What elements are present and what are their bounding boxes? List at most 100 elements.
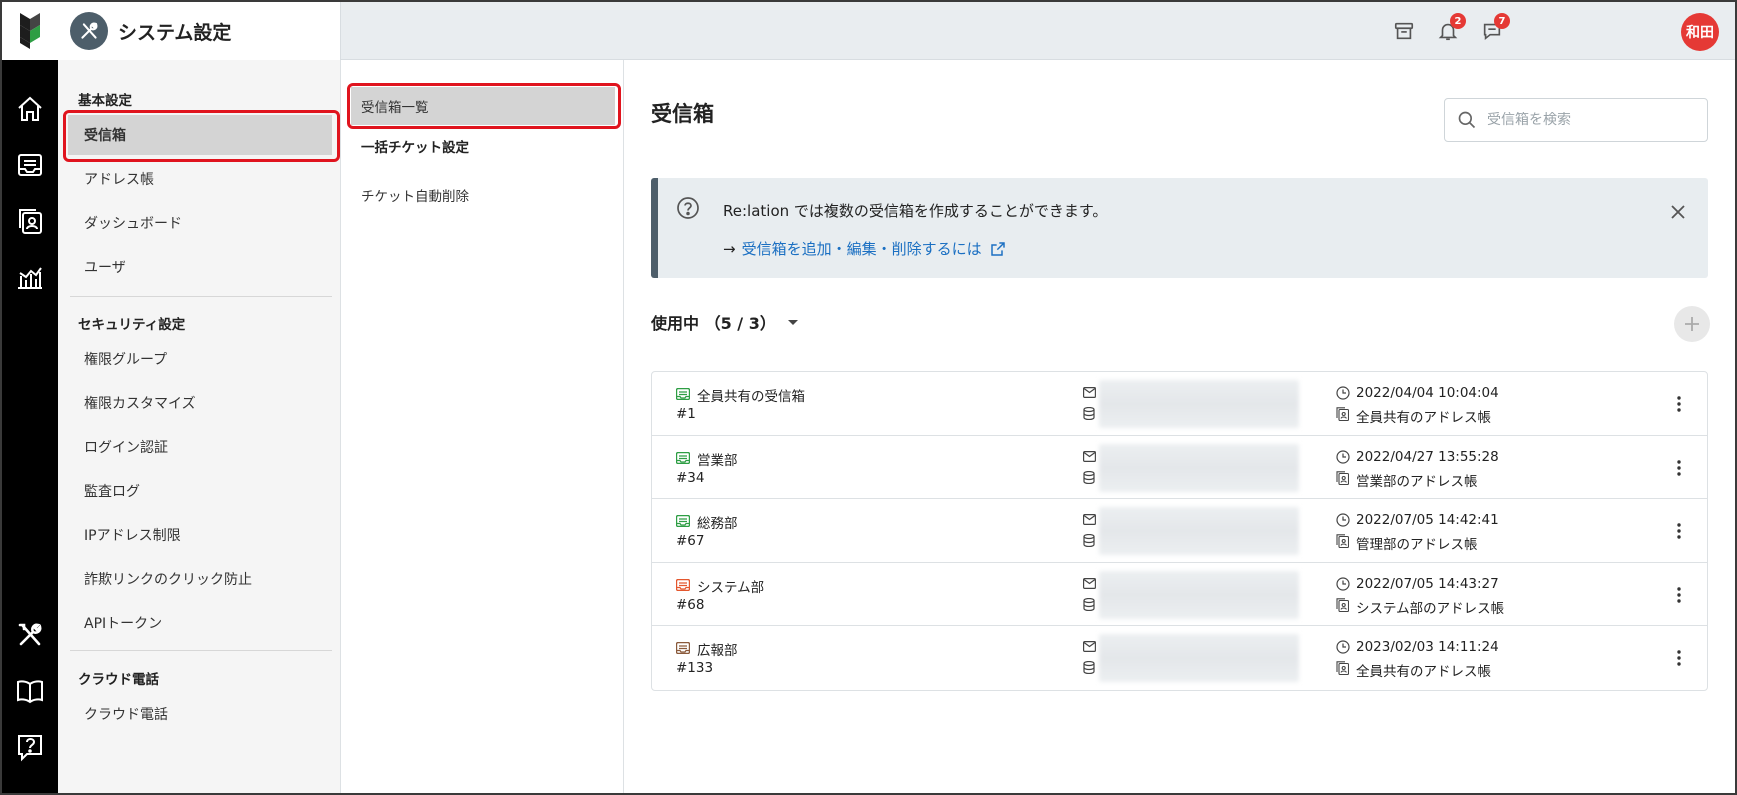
redacted-email (1099, 443, 1299, 492)
sidebar-item-permission-customize[interactable]: 権限カスタマイズ (68, 383, 332, 423)
add-inbox-button[interactable] (1674, 306, 1710, 342)
main-content: 受信箱 Re:lation では複数の受信箱を作成することができます。 → 受信… (624, 60, 1735, 793)
inbox-created-date: 2022/04/04 10:04:04 (1356, 385, 1499, 401)
close-icon[interactable] (1666, 200, 1690, 224)
inbox-created-date: 2022/07/05 14:43:27 (1356, 575, 1499, 592)
database-icon (1083, 470, 1095, 484)
sidebar-item-dashboard[interactable]: ダッシュボード (68, 203, 332, 243)
inbox-addressbook: 管理部のアドレス帳 (1356, 537, 1478, 553)
inbox-name: システム部 (697, 579, 765, 596)
kebab-menu-icon[interactable] (1669, 392, 1689, 416)
home-icon[interactable] (2, 88, 58, 130)
inbox-created-date: 2022/04/27 13:55:28 (1356, 448, 1499, 465)
bell-icon[interactable]: 2 (1432, 13, 1466, 47)
inbox-name: 営業部 (697, 452, 738, 469)
inbox-name: 総務部 (697, 516, 738, 532)
inbox-name: 全員共有の受信箱 (697, 389, 805, 405)
addressbook-icon (1336, 534, 1349, 548)
sidebar-item-audit-log[interactable]: 監査ログ (68, 471, 332, 511)
sidebar-item-cloud-phone[interactable]: クラウド電話 (68, 694, 332, 734)
search-input[interactable] (1487, 112, 1687, 128)
message-badge: 7 (1494, 13, 1510, 29)
database-icon (1083, 597, 1095, 611)
manual-book-icon[interactable] (2, 670, 58, 712)
table-row[interactable]: システム部 #68 2022/07/05 14:43:27 システム部のアドレス帳 (652, 563, 1707, 626)
archive-icon[interactable] (1388, 15, 1420, 47)
kebab-menu-icon[interactable] (1669, 646, 1689, 670)
settings-sidebar: 基本設定 受信箱 アドレス帳 ダッシュボード ユーザ セキュリティ設定 権限グル… (58, 60, 341, 793)
sidebar-item-inbox[interactable]: 受信箱 (68, 115, 332, 155)
search-box (1444, 98, 1708, 142)
database-icon (1083, 661, 1095, 674)
addressbook-icon (1336, 661, 1349, 675)
clock-icon (1336, 386, 1350, 400)
table-row[interactable]: 全員共有の受信箱 #1 2022/04/04 10:04:04 全員共有のアドレス帳 (652, 372, 1707, 436)
settings-tools-icon[interactable] (2, 614, 58, 656)
inbox-icon[interactable] (2, 144, 58, 186)
clock-icon (1336, 513, 1350, 527)
mail-icon (1083, 387, 1096, 398)
sidebar-divider (70, 650, 332, 651)
kebab-menu-icon[interactable] (1669, 519, 1689, 543)
inbox-addressbook: 営業部のアドレス帳 (1356, 473, 1478, 490)
sidebar-item-login-auth[interactable]: ログイン認証 (68, 427, 332, 467)
help-link[interactable]: 受信箱を追加・編集・削除するには (742, 238, 982, 259)
kebab-menu-icon[interactable] (1669, 583, 1689, 607)
notification-badge: 2 (1450, 13, 1466, 29)
logo-icon[interactable] (2, 2, 58, 60)
table-row[interactable]: 総務部 #67 2022/07/05 14:42:41 管理部のアドレス帳 (652, 499, 1707, 563)
addressbook-icon[interactable] (2, 200, 58, 242)
inbox-id: #68 (676, 596, 705, 613)
chat-icon[interactable]: 7 (1476, 13, 1510, 47)
sidebar-divider (70, 296, 332, 297)
mail-icon (1083, 514, 1096, 525)
table-row[interactable]: 広報部 #133 2023/02/03 14:11:24 全員共有のアドレス帳 (652, 626, 1707, 690)
sidebar-group-basic: 基本設定 (78, 93, 132, 109)
sidebar-group-security: セキュリティ設定 (78, 317, 186, 333)
clock-icon (1336, 640, 1350, 654)
table-row[interactable]: 営業部 #34 2022/04/27 13:55:28 営業部のアドレス帳 (652, 436, 1707, 499)
avatar[interactable]: 和田 (1681, 13, 1719, 51)
inbox-settings-subpanel: 受信箱一覧 一括チケット設定 チケット自動削除 (341, 60, 624, 793)
dashboard-icon[interactable] (2, 256, 58, 298)
subpanel-item-ticket-auto-delete[interactable]: チケット自動削除 (351, 176, 615, 214)
sidebar-item-ip-restriction[interactable]: IPアドレス制限 (68, 515, 332, 555)
plus-icon (1685, 317, 1699, 331)
database-icon (1083, 534, 1095, 547)
kebab-menu-icon[interactable] (1669, 456, 1689, 480)
content-title: 受信箱 (651, 102, 714, 126)
mail-icon (1083, 450, 1096, 462)
sidebar-item-addressbook[interactable]: アドレス帳 (68, 159, 332, 199)
inbox-id: #67 (676, 533, 705, 549)
sidebar-group-cloud-phone: クラウド電話 (78, 672, 159, 688)
inbox-icon (676, 388, 690, 400)
redacted-email (1099, 570, 1299, 619)
header-title-area: システム設定 (58, 2, 341, 60)
section-label: 使用中 （5 / 3） (651, 314, 776, 333)
external-link-icon[interactable] (990, 241, 1006, 257)
sidebar-item-api-token[interactable]: APIトークン (68, 603, 332, 643)
inbox-id: #1 (676, 406, 696, 422)
question-circle-icon (677, 197, 699, 219)
top-header: システム設定 2 7 和田 (58, 2, 1735, 60)
addressbook-icon (1336, 407, 1349, 421)
section-header-active: 使用中 （5 / 3） (651, 310, 800, 334)
addressbook-icon (1336, 597, 1349, 612)
chevron-down-icon[interactable] (786, 315, 800, 329)
inbox-created-date: 2022/07/05 14:42:41 (1356, 512, 1499, 528)
info-link-row: → 受信箱を追加・編集・削除するには (723, 238, 1006, 259)
sidebar-item-permission-groups[interactable]: 権限グループ (68, 339, 332, 379)
subpanel-item-inbox-list[interactable]: 受信箱一覧 (351, 87, 615, 125)
inbox-icon (676, 578, 690, 591)
redacted-email (1099, 380, 1299, 428)
page-title: システム設定 (118, 21, 232, 44)
sidebar-item-users[interactable]: ユーザ (68, 247, 332, 287)
inbox-name: 広報部 (697, 643, 738, 659)
info-text: Re:lation では複数の受信箱を作成することができます。 (723, 202, 1108, 220)
help-icon[interactable] (2, 726, 58, 768)
search-icon (1458, 111, 1476, 129)
global-nav-rail (2, 2, 58, 793)
inbox-icon (676, 642, 690, 654)
sidebar-item-phishing-link-protection[interactable]: 詐欺リンクのクリック防止 (68, 559, 332, 599)
inbox-id: #34 (676, 469, 705, 486)
